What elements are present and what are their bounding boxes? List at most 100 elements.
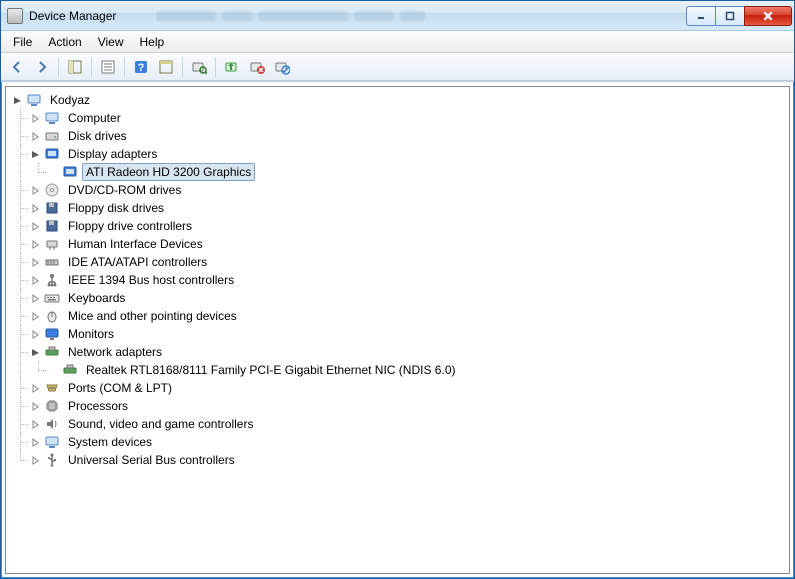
tree-node-system[interactable]: System devices [30, 433, 787, 451]
tree-node-ieee[interactable]: IEEE 1394 Bus host controllers [30, 271, 787, 289]
disable-button[interactable] [270, 55, 294, 79]
forward-button[interactable] [30, 55, 54, 79]
expand-icon[interactable] [30, 329, 40, 339]
tree-node-sound[interactable]: Sound, video and game controllers [30, 415, 787, 433]
menu-file[interactable]: File [5, 33, 40, 51]
maximize-button[interactable] [715, 6, 745, 26]
disk-drive-icon [44, 128, 60, 144]
expand-icon[interactable] [30, 257, 40, 267]
system-device-icon [44, 434, 60, 450]
computer-root-icon [26, 92, 42, 108]
tree-label: DVD/CD-ROM drives [64, 181, 185, 199]
tree-label: Disk drives [64, 127, 131, 145]
expand-icon[interactable] [30, 401, 40, 411]
scan-hardware-button[interactable] [187, 55, 211, 79]
tree-label: Sound, video and game controllers [64, 415, 257, 433]
tree-label: System devices [64, 433, 156, 451]
tree-node-mice[interactable]: Mice and other pointing devices [30, 307, 787, 325]
processor-icon [44, 398, 60, 414]
tree-node-network[interactable]: Network adapters [30, 343, 787, 361]
expand-icon[interactable] [30, 185, 40, 195]
network-icon [44, 344, 60, 360]
window-title: Device Manager [29, 9, 116, 23]
help-button[interactable]: ? [129, 55, 153, 79]
tree-label: Floppy disk drives [64, 199, 168, 217]
menu-action[interactable]: Action [40, 33, 89, 51]
update-driver-button[interactable] [220, 55, 244, 79]
collapse-icon[interactable] [30, 347, 40, 357]
tree-node-ports[interactable]: Ports (COM & LPT) [30, 379, 787, 397]
expand-icon[interactable] [30, 437, 40, 447]
back-button[interactable] [5, 55, 29, 79]
toolbar-separator [91, 57, 92, 77]
network-icon [62, 362, 78, 378]
tree-node-keyboards[interactable]: Keyboards [30, 289, 787, 307]
tree-node-dvd[interactable]: DVD/CD-ROM drives [30, 181, 787, 199]
tree-label: Realtek RTL8168/8111 Family PCI-E Gigabi… [82, 361, 460, 379]
tree-node-disk-drives[interactable]: Disk drives [30, 127, 787, 145]
tree-label: Human Interface Devices [64, 235, 207, 253]
tree-node-hid[interactable]: Human Interface Devices [30, 235, 787, 253]
display-adapter-icon [62, 164, 78, 180]
device-manager-window: Device Manager File Action View Help [0, 0, 795, 579]
show-hide-tree-button[interactable] [63, 55, 87, 79]
hid-icon [44, 236, 60, 252]
expand-icon[interactable] [30, 275, 40, 285]
properties-button[interactable] [96, 55, 120, 79]
tree-label-selected: ATI Radeon HD 3200 Graphics [82, 163, 255, 181]
tree-label: IEEE 1394 Bus host controllers [64, 271, 238, 289]
minimize-button[interactable] [686, 6, 716, 26]
close-button[interactable] [744, 6, 792, 26]
tree-node-floppy-disk[interactable]: Floppy disk drives [30, 199, 787, 217]
ide-icon [44, 254, 60, 270]
tree-node-monitors[interactable]: Monitors [30, 325, 787, 343]
tree-node-ati-radeon[interactable]: ATI Radeon HD 3200 Graphics [48, 163, 787, 181]
expand-icon[interactable] [30, 419, 40, 429]
window-controls [687, 6, 792, 26]
expand-icon[interactable] [30, 203, 40, 213]
tree-node-display-adapters[interactable]: Display adapters [30, 145, 787, 163]
usb-icon [44, 452, 60, 468]
firewire-icon [44, 272, 60, 288]
expand-icon[interactable] [30, 455, 40, 465]
tree-node-computer[interactable]: Computer [30, 109, 787, 127]
tree-node-processors[interactable]: Processors [30, 397, 787, 415]
expand-icon[interactable] [30, 383, 40, 393]
tree-label: Keyboards [64, 289, 129, 307]
expand-icon[interactable] [30, 131, 40, 141]
expand-icon[interactable] [30, 239, 40, 249]
expand-icon[interactable] [30, 311, 40, 321]
tree-label: Universal Serial Bus controllers [64, 451, 239, 469]
toolbar: ? [1, 53, 794, 81]
titlebar[interactable]: Device Manager [1, 1, 794, 31]
expand-icon[interactable] [30, 113, 40, 123]
floppy-controller-icon [44, 218, 60, 234]
tree-label: IDE ATA/ATAPI controllers [64, 253, 211, 271]
tree-root-row[interactable]: Kodyaz [12, 91, 787, 109]
menubar: File Action View Help [1, 31, 794, 53]
tree-label: Monitors [64, 325, 118, 343]
tree-label: Mice and other pointing devices [64, 307, 241, 325]
content-area: Kodyaz Computer Disk drives [1, 81, 794, 578]
mouse-icon [44, 308, 60, 324]
menu-view[interactable]: View [90, 33, 132, 51]
tree-node-floppy-ctrl[interactable]: Floppy drive controllers [30, 217, 787, 235]
tree-label: Kodyaz [46, 91, 94, 109]
dvd-icon [44, 182, 60, 198]
keyboard-icon [44, 290, 60, 306]
device-tree[interactable]: Kodyaz Computer Disk drives [5, 86, 790, 574]
uninstall-button[interactable] [245, 55, 269, 79]
expand-icon[interactable] [30, 293, 40, 303]
collapse-icon[interactable] [30, 149, 40, 159]
port-icon [44, 380, 60, 396]
collapse-icon[interactable] [12, 95, 22, 105]
tree-node-realtek[interactable]: Realtek RTL8168/8111 Family PCI-E Gigabi… [48, 361, 787, 379]
action-button[interactable] [154, 55, 178, 79]
tree-node-usb[interactable]: Universal Serial Bus controllers [30, 451, 787, 469]
expand-icon[interactable] [30, 221, 40, 231]
computer-icon [44, 110, 60, 126]
monitor-icon [44, 326, 60, 342]
toolbar-separator [124, 57, 125, 77]
tree-node-ide[interactable]: IDE ATA/ATAPI controllers [30, 253, 787, 271]
menu-help[interactable]: Help [132, 33, 173, 51]
